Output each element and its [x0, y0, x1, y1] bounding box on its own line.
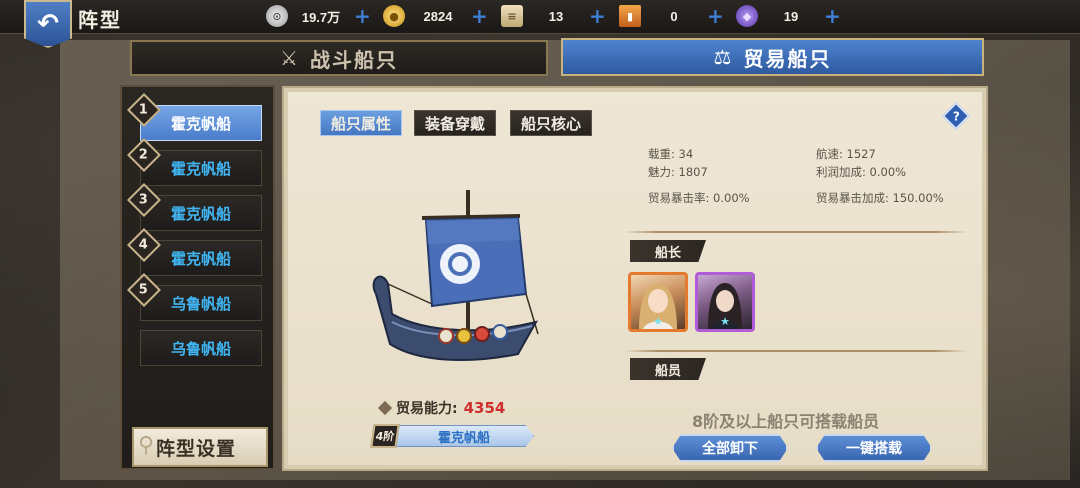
- ship-slot-1[interactable]: 1 霍克帆船: [127, 93, 262, 141]
- stat-trade-crit-rate: 贸易暴击率: 0.00%: [648, 191, 750, 205]
- back-arrow-icon: ↶: [37, 9, 59, 39]
- stat-profit-bonus: 利润加成: 0.00%: [816, 165, 907, 179]
- top-bar: ↶ 阵型 ⊙ 19.7万 + ● 2824 + ≡ 13 + ▮ 0 + ◆ 1…: [0, 0, 1080, 48]
- add-card-button[interactable]: +: [707, 6, 724, 26]
- ship-name: 乌鲁帆船: [170, 294, 231, 313]
- slot-number-badge: 2: [127, 138, 161, 172]
- resource-value: 19: [783, 8, 799, 24]
- tab-combat-ships[interactable]: ⚔ 战斗船只: [130, 40, 548, 76]
- gold-coin-icon: ●: [383, 5, 405, 27]
- divider: [624, 350, 968, 352]
- resource-card: ▮ 0 +: [619, 5, 724, 27]
- star-icon: ★: [720, 315, 730, 328]
- ship-list-panel: 1 霍克帆船 2 霍克帆船 3 霍克帆船 4 霍克帆船 5 乌鲁帆船 乌鲁帆船 …: [120, 85, 275, 470]
- stat-load: 载重: 34: [648, 147, 694, 161]
- resource-gem: ◆ 19 +: [736, 5, 841, 27]
- crew-section-label: 船员: [630, 358, 706, 380]
- tab-label: 战斗船只: [309, 47, 398, 72]
- slot-number-badge: 1: [127, 93, 161, 127]
- add-silver-button[interactable]: +: [354, 6, 371, 26]
- captain-portrait-1[interactable]: ★: [628, 272, 688, 332]
- tab-label: 船只核心: [521, 114, 582, 133]
- tab-ship-core[interactable]: 船只核心: [510, 110, 593, 136]
- auto-load-button[interactable]: 一键搭载: [816, 434, 932, 462]
- scroll-icon: ≡: [501, 5, 523, 27]
- ship-slot-6[interactable]: 乌鲁帆船: [140, 330, 262, 366]
- ability-value: 4354: [463, 399, 506, 417]
- add-scroll-button[interactable]: +: [589, 6, 606, 26]
- stat-speed: 航速: 1527: [816, 147, 876, 161]
- tab-trade-ships[interactable]: ⚖ 贸易船只: [561, 38, 984, 76]
- resource-value: 19.7万: [301, 9, 341, 25]
- star-icon: ★: [653, 315, 663, 328]
- crossed-swords-icon: ⚔: [280, 46, 300, 70]
- ship-illustration: [372, 190, 539, 361]
- ship-tier-bar: 霍克帆船 4阶: [370, 424, 534, 448]
- purple-gem-icon: ◆: [736, 5, 758, 27]
- tab-equipment[interactable]: 装备穿戴: [414, 110, 497, 136]
- button-label: 阵型设置: [156, 437, 237, 460]
- stat-charm: 魅力: 1807: [648, 165, 708, 179]
- crew-requirement-note: 8阶及以上船只可搭载船员: [692, 412, 880, 431]
- resource-scroll: ≡ 13 +: [501, 5, 606, 27]
- tab-ship-attributes[interactable]: 船只属性: [320, 110, 403, 136]
- back-button[interactable]: ↶: [24, 0, 72, 48]
- unload-all-button[interactable]: 全部卸下: [672, 434, 788, 462]
- ship-name: 霍克帆船: [170, 114, 231, 133]
- stat-trade-crit-bonus: 贸易暴击加成: 150.00%: [816, 191, 944, 205]
- tab-label: 装备穿戴: [425, 114, 486, 133]
- tier-badge: 4阶: [370, 424, 400, 448]
- tab-label: 贸易船只: [743, 46, 832, 71]
- map-pin-icon: ⚲: [138, 433, 156, 458]
- slot-number-badge: 3: [127, 183, 161, 217]
- balance-scale-icon: ⚖: [713, 45, 734, 69]
- resource-value: 13: [548, 8, 564, 24]
- divider: [624, 231, 968, 233]
- help-button[interactable]: ?: [941, 101, 971, 131]
- ship-slot-2[interactable]: 2 霍克帆船: [127, 138, 262, 186]
- add-gold-button[interactable]: +: [471, 6, 488, 26]
- formation-settings-button[interactable]: ⚲ 阵型设置: [132, 427, 268, 467]
- card-ticket-icon: ▮: [619, 5, 641, 27]
- ship-name: 霍克帆船: [170, 159, 231, 178]
- ship-detail-panel: 船只属性 装备穿戴 船只核心 ? 载重: 34 航速: 1527 魅力: 180…: [282, 86, 988, 471]
- add-gem-button[interactable]: +: [824, 6, 841, 26]
- ship-name: 霍克帆船: [170, 204, 231, 223]
- resource-value: 2824: [423, 8, 453, 24]
- resource-gold: ● 2824 +: [383, 5, 488, 27]
- ship-slot-4[interactable]: 4 霍克帆船: [127, 228, 262, 276]
- ship-slot-3[interactable]: 3 霍克帆船: [127, 183, 262, 231]
- ship-name: 霍克帆船: [170, 249, 231, 268]
- slot-number-badge: 5: [127, 273, 161, 307]
- captain-portrait-2[interactable]: ★: [695, 272, 755, 332]
- help-icon: ?: [952, 109, 960, 123]
- ship-slot-5[interactable]: 5 乌鲁帆船: [127, 273, 262, 321]
- trade-ability: 贸易能力: 4354: [377, 398, 506, 418]
- resource-value: 0: [670, 8, 678, 24]
- slot-number-badge: 4: [127, 228, 161, 262]
- ability-label: 贸易能力:: [396, 401, 458, 417]
- page-title: 阵型: [78, 8, 122, 32]
- captain-section-label: 船长: [630, 240, 706, 262]
- resource-silver: ⊙ 19.7万 +: [266, 5, 371, 27]
- silver-coin-icon: ⊙: [266, 5, 288, 27]
- tab-label: 船只属性: [331, 114, 392, 133]
- ship-tier-name: 霍克帆船: [394, 425, 534, 447]
- ship-name: 乌鲁帆船: [170, 339, 231, 358]
- diamond-icon: [377, 400, 393, 416]
